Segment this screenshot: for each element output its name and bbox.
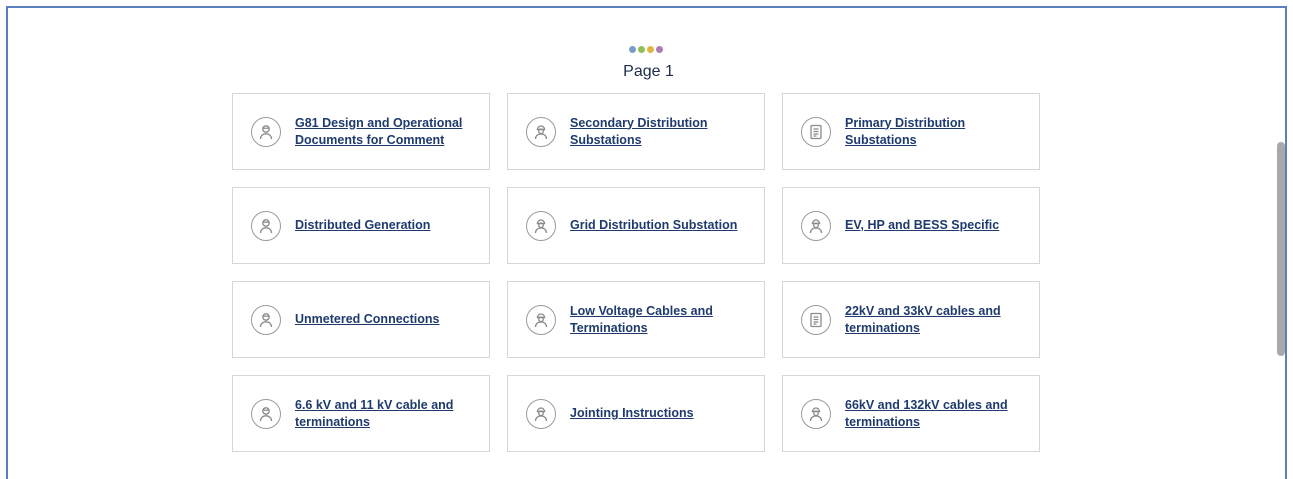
document-icon — [801, 116, 831, 147]
hardhat-worker-icon — [801, 210, 831, 241]
category-card[interactable]: G81 Design and Operational Documents for… — [232, 93, 490, 170]
brand-dots — [629, 46, 663, 53]
category-card[interactable]: 6.6 kV and 11 kV cable and terminations — [232, 375, 490, 452]
hardhat-worker-icon — [526, 210, 556, 241]
category-card[interactable]: Primary Distribution Substations — [782, 93, 1040, 170]
hardhat-worker-icon — [526, 304, 556, 335]
category-link[interactable]: Primary Distribution Substations — [845, 115, 1030, 149]
worker-icon — [251, 210, 281, 241]
category-link[interactable]: Low Voltage Cables and Terminations — [570, 303, 755, 337]
category-link[interactable]: 22kV and 33kV cables and terminations — [845, 303, 1030, 337]
page-title: Page 1 — [623, 63, 674, 80]
document-icon — [801, 304, 831, 335]
dot-4 — [656, 46, 663, 53]
worker-icon — [251, 116, 281, 147]
category-card[interactable]: 22kV and 33kV cables and terminations — [782, 281, 1040, 358]
category-card[interactable]: Grid Distribution Substation — [507, 187, 765, 264]
dot-2 — [638, 46, 645, 53]
category-card[interactable]: Jointing Instructions — [507, 375, 765, 452]
worker-icon — [251, 304, 281, 335]
category-link[interactable]: 6.6 kV and 11 kV cable and terminations — [295, 397, 480, 431]
category-card[interactable]: Secondary Distribution Substations — [507, 93, 765, 170]
worker-icon — [251, 398, 281, 429]
dot-1 — [629, 46, 636, 53]
category-link[interactable]: Grid Distribution Substation — [570, 217, 737, 234]
dot-3 — [647, 46, 654, 53]
category-link[interactable]: Unmetered Connections — [295, 311, 439, 328]
category-card[interactable]: EV, HP and BESS Specific — [782, 187, 1040, 264]
hardhat-worker-icon — [526, 398, 556, 429]
category-card[interactable]: 66kV and 132kV cables and terminations — [782, 375, 1040, 452]
category-link[interactable]: Distributed Generation — [295, 217, 430, 234]
page-frame: Page 1 G81 Design and Operational Docume… — [6, 6, 1287, 479]
category-card[interactable]: Low Voltage Cables and Terminations — [507, 281, 765, 358]
category-card[interactable]: Distributed Generation — [232, 187, 490, 264]
category-link[interactable]: Secondary Distribution Substations — [570, 115, 755, 149]
hardhat-worker-icon — [801, 398, 831, 429]
hardhat-worker-icon — [526, 116, 556, 147]
category-link[interactable]: EV, HP and BESS Specific — [845, 217, 999, 234]
document-category-grid: G81 Design and Operational Documents for… — [232, 93, 1040, 452]
category-link[interactable]: G81 Design and Operational Documents for… — [295, 115, 480, 149]
category-card[interactable]: Unmetered Connections — [232, 281, 490, 358]
category-link[interactable]: Jointing Instructions — [570, 405, 694, 422]
scrollbar-thumb[interactable] — [1277, 142, 1285, 356]
category-link[interactable]: 66kV and 132kV cables and terminations — [845, 397, 1030, 431]
